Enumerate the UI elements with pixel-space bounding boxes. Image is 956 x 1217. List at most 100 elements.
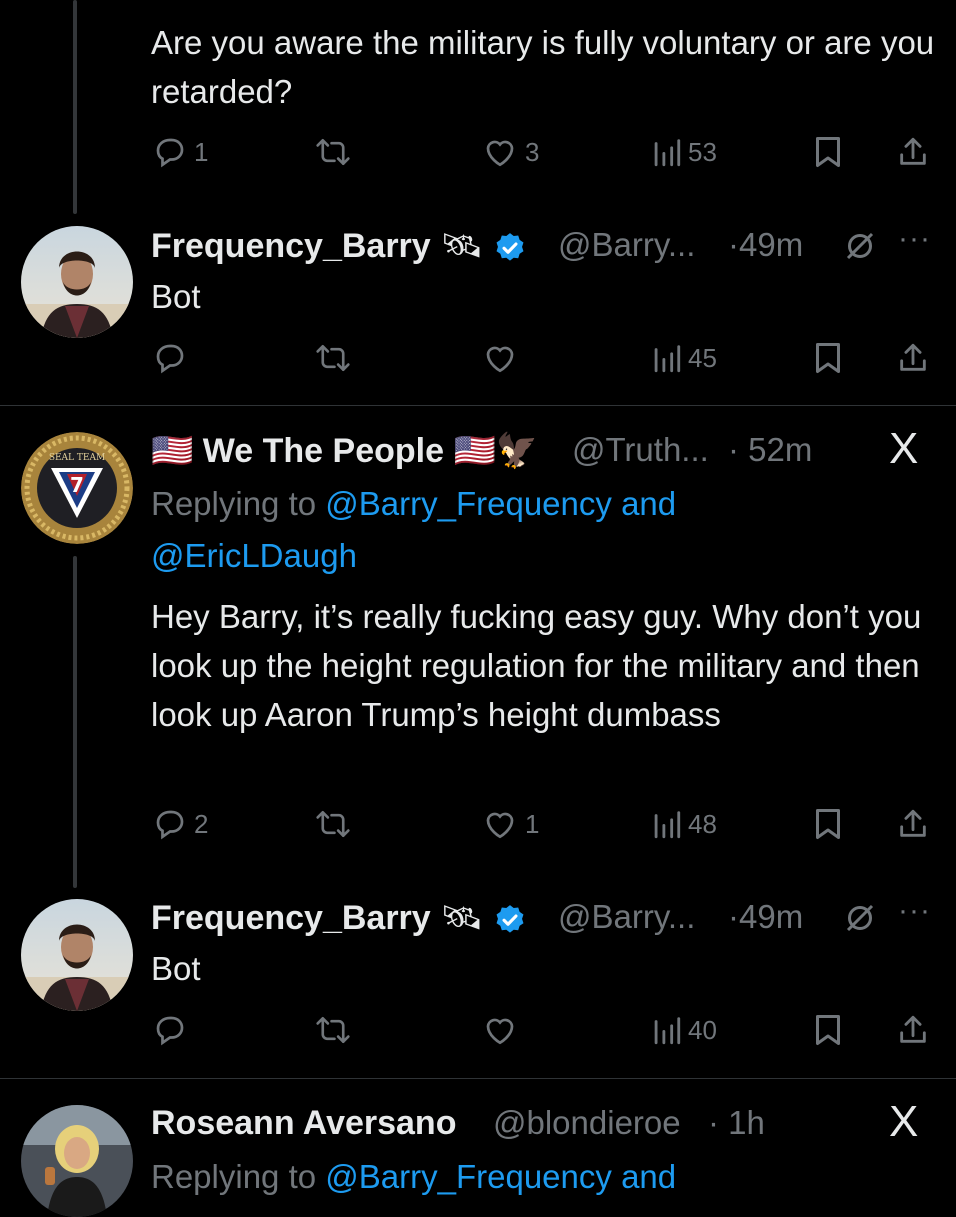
- views-icon: [654, 139, 681, 167]
- avatar[interactable]: [21, 1105, 133, 1217]
- mention-link[interactable]: @EricLDaugh: [151, 537, 357, 574]
- views-button[interactable]: 45: [650, 338, 717, 378]
- no-reply-icon: [846, 904, 874, 932]
- heart-icon: [486, 812, 514, 839]
- reply-count: 1: [194, 136, 209, 167]
- bookmark-icon: [816, 809, 840, 839]
- retweet-button[interactable]: [314, 804, 358, 844]
- bookmark-icon: [816, 1015, 840, 1045]
- verified-badge-icon: [496, 233, 524, 261]
- replying-to: Replying to @Barry_Frequency and: [151, 1151, 941, 1203]
- divider: [0, 405, 956, 406]
- share-button[interactable]: [896, 132, 930, 172]
- views-icon: [654, 1017, 681, 1045]
- handle[interactable]: @Truth...: [572, 431, 709, 469]
- avatar[interactable]: [21, 226, 133, 338]
- retweet-button[interactable]: [314, 1010, 358, 1050]
- timestamp[interactable]: ·49m: [728, 226, 803, 264]
- seal-team-coin: SEAL TEAM 7: [21, 432, 133, 544]
- display-name-text: We The People: [202, 432, 445, 470]
- replying-to: Replying to @Barry_Frequency and @EricLD…: [151, 478, 941, 582]
- display-name-text: Frequency_Barry: [151, 899, 431, 937]
- avatar-photo: [21, 226, 133, 338]
- like-count: 1: [525, 808, 540, 839]
- share-icon: [900, 809, 926, 837]
- retweet-button[interactable]: [314, 338, 358, 378]
- reply-button[interactable]: [152, 338, 194, 378]
- timestamp[interactable]: ·49m: [728, 898, 803, 936]
- tweet-text: Bot: [151, 950, 201, 987]
- handle[interactable]: @Barry...: [558, 226, 695, 264]
- share-button[interactable]: [896, 1010, 930, 1050]
- reply-icon: [156, 810, 184, 840]
- no-reply-icon: [846, 232, 874, 260]
- satellite-emoji: 🛰: [440, 899, 484, 937]
- like-button[interactable]: [481, 338, 525, 378]
- replying-to-label: Replying to: [151, 1158, 317, 1195]
- reply-button[interactable]: [152, 1010, 194, 1050]
- views-count: 40: [688, 1014, 717, 1045]
- display-name-text: Frequency_Barry: [151, 227, 431, 265]
- more-options-icon[interactable]: ···: [898, 222, 931, 256]
- reply-count: 2: [194, 808, 209, 839]
- x-logo-icon: X: [889, 1097, 919, 1146]
- display-name[interactable]: Frequency_Barry 🛰: [151, 898, 527, 938]
- like-button[interactable]: [481, 1010, 525, 1050]
- reply-button[interactable]: 1: [152, 132, 208, 172]
- views-button[interactable]: 40: [650, 1010, 717, 1050]
- heart-icon: [486, 346, 514, 373]
- replying-to-label: Replying to: [151, 485, 317, 522]
- like-button[interactable]: 1: [481, 804, 539, 844]
- heart-icon: [486, 1018, 514, 1045]
- avatar-photo: [21, 899, 133, 1011]
- like-count: 3: [525, 136, 540, 167]
- more-options-icon[interactable]: ···: [898, 894, 931, 928]
- share-icon: [900, 343, 926, 371]
- retweet-icon: [316, 1016, 350, 1044]
- avatar[interactable]: [21, 899, 133, 1011]
- display-name[interactable]: Roseann Aversano: [151, 1104, 456, 1143]
- bookmark-button[interactable]: [812, 1010, 844, 1050]
- mention-link[interactable]: @Barry_Frequency: [325, 1158, 612, 1195]
- share-icon: [900, 137, 926, 165]
- bookmark-button[interactable]: [812, 804, 844, 844]
- display-name[interactable]: 🇺🇸 We The People 🇺🇸🦅: [151, 431, 538, 471]
- views-button[interactable]: 48: [650, 804, 717, 844]
- views-count: 48: [688, 808, 717, 839]
- tweet-text: Bot: [151, 278, 201, 315]
- thread-line: [73, 0, 77, 214]
- handle[interactable]: @blondieroe: [493, 1104, 681, 1142]
- mention-link[interactable]: @Barry_Frequency: [325, 485, 612, 522]
- mention-and: and: [621, 1158, 677, 1195]
- bookmark-button[interactable]: [812, 338, 844, 378]
- share-icon: [900, 1015, 926, 1043]
- share-button[interactable]: [896, 804, 930, 844]
- views-button[interactable]: 53: [650, 132, 717, 172]
- reply-icon: [156, 1016, 184, 1046]
- share-button[interactable]: [896, 338, 930, 378]
- handle[interactable]: @Barry...: [558, 898, 695, 936]
- thread-line: [73, 556, 77, 888]
- display-name[interactable]: Frequency_Barry 🛰: [151, 226, 527, 266]
- timestamp[interactable]: · 1h: [708, 1104, 765, 1142]
- heart-icon: [486, 140, 514, 167]
- flag-emoji: 🇺🇸: [151, 432, 194, 470]
- verified-badge-icon: [496, 905, 524, 933]
- mention-and: and: [621, 485, 677, 522]
- x-logo-icon: X: [889, 424, 919, 473]
- retweet-button[interactable]: [314, 132, 358, 172]
- tweet-text: Are you aware the military is fully volu…: [151, 24, 935, 110]
- bookmark-button[interactable]: [812, 132, 844, 172]
- bookmark-icon: [816, 343, 840, 373]
- like-button[interactable]: 3: [481, 132, 539, 172]
- coin-text: SEAL TEAM: [49, 453, 105, 463]
- timestamp[interactable]: · 52m: [728, 431, 812, 469]
- bookmark-icon: [816, 137, 840, 167]
- avatar[interactable]: SEAL TEAM 7: [21, 432, 133, 544]
- reply-icon: [156, 138, 184, 168]
- divider: [0, 1078, 956, 1079]
- retweet-icon: [316, 344, 350, 372]
- reply-button[interactable]: 2: [152, 804, 208, 844]
- coin-number: 7: [70, 473, 84, 497]
- avatar-photo: [21, 1105, 133, 1217]
